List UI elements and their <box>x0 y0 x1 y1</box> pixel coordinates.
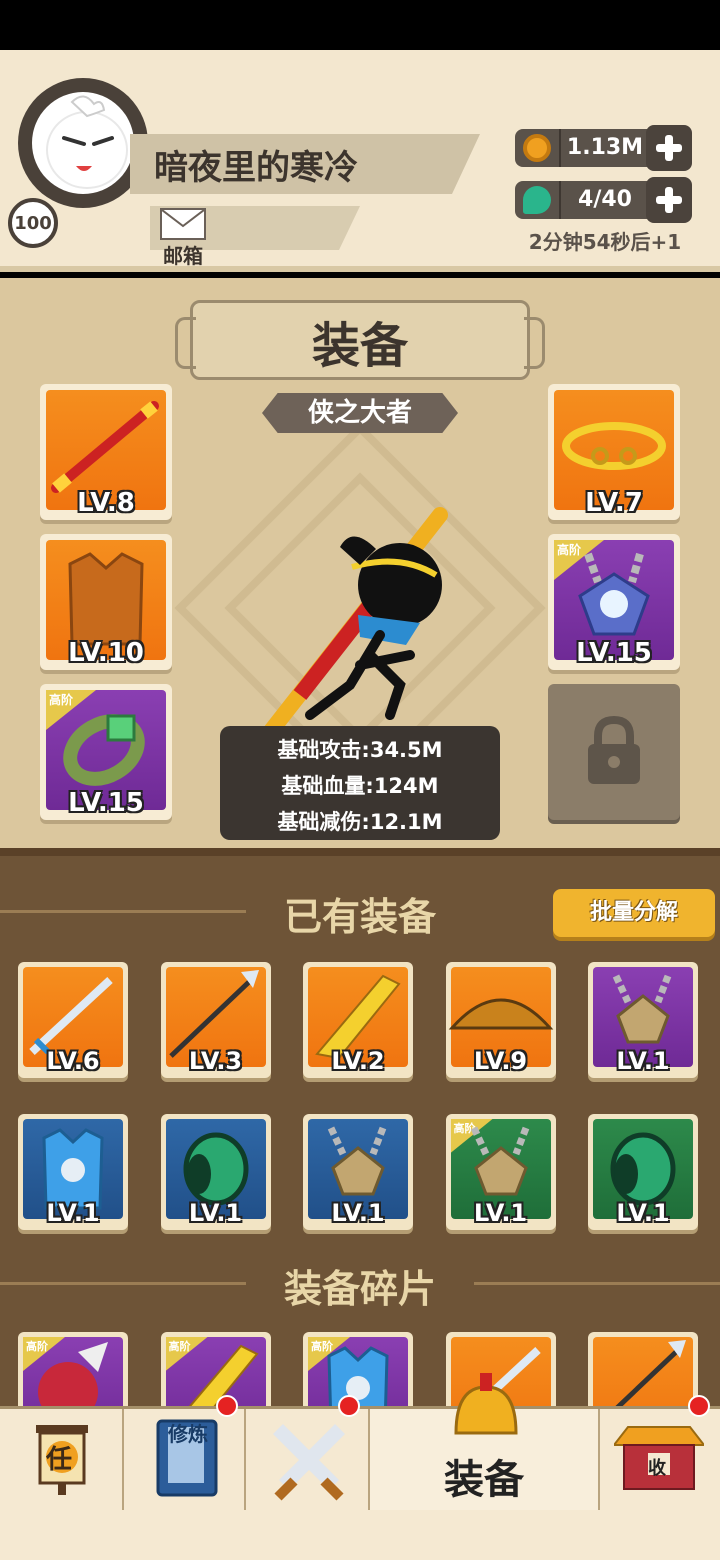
item-level: LV.1 <box>188 1199 243 1227</box>
equipment-item[interactable]: LV.1 <box>588 1114 698 1230</box>
coin-counter: 1.13M <box>515 129 655 167</box>
mailbox-label: 邮箱 <box>163 244 203 268</box>
system-nav-area <box>0 1510 720 1560</box>
item-level: LV.1 <box>331 1199 385 1227</box>
equipment-item[interactable]: LV.1 <box>18 1114 128 1230</box>
coin-icon <box>523 134 551 162</box>
item-level: LV.3 <box>188 1047 243 1075</box>
slot-level: LV.10 <box>68 638 144 668</box>
tab-cultivate[interactable]: 修炼 <box>124 1395 246 1513</box>
equipment-item[interactable]: LV.1 <box>588 962 698 1078</box>
tab-cultivate-label: 修炼 <box>168 1422 208 1446</box>
tab-equipment-label: 装备 <box>444 1457 524 1503</box>
equip-slot-armor[interactable]: LV.10 <box>40 534 172 670</box>
battle-swords-icon <box>273 1424 345 1501</box>
helmet-icon <box>454 1373 518 1435</box>
item-level: LV.1 <box>616 1047 670 1075</box>
slot-level: LV.8 <box>77 488 135 518</box>
equip-slot-locked[interactable] <box>548 684 680 820</box>
bracelet-icon <box>63 714 145 786</box>
add-coins-button[interactable] <box>646 125 692 171</box>
equipment-item[interactable]: 高阶 LV.1 <box>445 1114 556 1230</box>
add-energy-button[interactable] <box>646 177 692 223</box>
lock-icon <box>588 716 640 784</box>
equipment-item[interactable]: LV.3 <box>160 962 271 1078</box>
ghost-face-icon <box>46 95 128 189</box>
avatar[interactable] <box>18 78 148 208</box>
equip-slot-bracelet[interactable]: 高阶 LV.15 <box>40 684 172 820</box>
equipment-item[interactable]: LV.9 <box>445 962 556 1078</box>
equipment-title: 装备 <box>311 318 408 374</box>
tab-equipment[interactable]: 装备 <box>370 1373 600 1513</box>
rank-title: 侠之大者 <box>307 398 412 428</box>
coin-value: 1.13M <box>559 129 649 167</box>
tab-collection[interactable]: 收 <box>600 1395 720 1513</box>
player-level-badge: 100 <box>8 198 58 248</box>
equipment-item[interactable]: LV.2 <box>303 962 413 1078</box>
item-level: LV.1 <box>473 1199 528 1227</box>
tab-tasks-label: 任 <box>46 1445 73 1475</box>
notification-dot <box>338 1395 360 1417</box>
bottom-nav: 任 修炼 装备 收 <box>0 1373 720 1513</box>
armor-vest-icon <box>68 552 144 646</box>
mailbox-button[interactable]: 邮箱 <box>158 206 208 268</box>
equip-slot-headband[interactable]: LV.7 <box>548 384 680 520</box>
stat-attack: 基础攻击:34.5M <box>277 738 443 762</box>
staff-icon <box>51 401 159 493</box>
slot-level: LV.7 <box>585 488 643 518</box>
envelope-icon <box>160 208 206 240</box>
energy-counter: 4/40 <box>515 181 655 219</box>
energy-refill-timer: 2分钟54秒后+1 <box>528 230 682 254</box>
item-level: LV.9 <box>473 1047 528 1075</box>
character-figure <box>252 507 448 753</box>
equipment-item[interactable]: LV.1 <box>303 1114 413 1230</box>
equipment-item[interactable]: LV.1 <box>160 1114 271 1230</box>
energy-gem-icon <box>523 186 551 214</box>
notification-dot <box>216 1395 238 1417</box>
base-stats-panel: 基础攻击:34.5M 基础血量:124M 基础减伤:12.1M <box>220 726 500 840</box>
tab-battle[interactable] <box>246 1395 370 1513</box>
equip-slot-necklace[interactable]: 高阶 LV.15 <box>548 534 680 670</box>
energy-value: 4/40 <box>559 181 649 219</box>
stat-damage-reduction: 基础减伤:12.1M <box>277 810 443 834</box>
bulk-disassemble-button[interactable]: 批量分解 <box>553 889 715 937</box>
equip-slot-weapon[interactable]: LV.8 <box>40 384 172 520</box>
item-level: LV.6 <box>46 1047 100 1075</box>
notification-dot <box>688 1395 710 1417</box>
slot-level: LV.15 <box>68 788 144 818</box>
necklace-icon <box>578 552 650 636</box>
player-name: 暗夜里的寒冷 <box>154 148 358 188</box>
tab-collection-label: 收 <box>648 1458 666 1479</box>
slot-level: LV.15 <box>576 638 652 668</box>
item-level: LV.1 <box>46 1199 100 1227</box>
tab-tasks[interactable]: 任 <box>0 1409 124 1513</box>
stat-health: 基础血量:124M <box>281 774 439 798</box>
item-level: LV.2 <box>331 1047 385 1075</box>
equipment-fragments-title: 装备碎片 <box>283 1267 436 1311</box>
headband-icon <box>562 422 666 470</box>
equipment-item[interactable]: LV.6 <box>18 962 128 1078</box>
status-bar <box>0 0 720 50</box>
item-level: LV.1 <box>616 1199 670 1227</box>
